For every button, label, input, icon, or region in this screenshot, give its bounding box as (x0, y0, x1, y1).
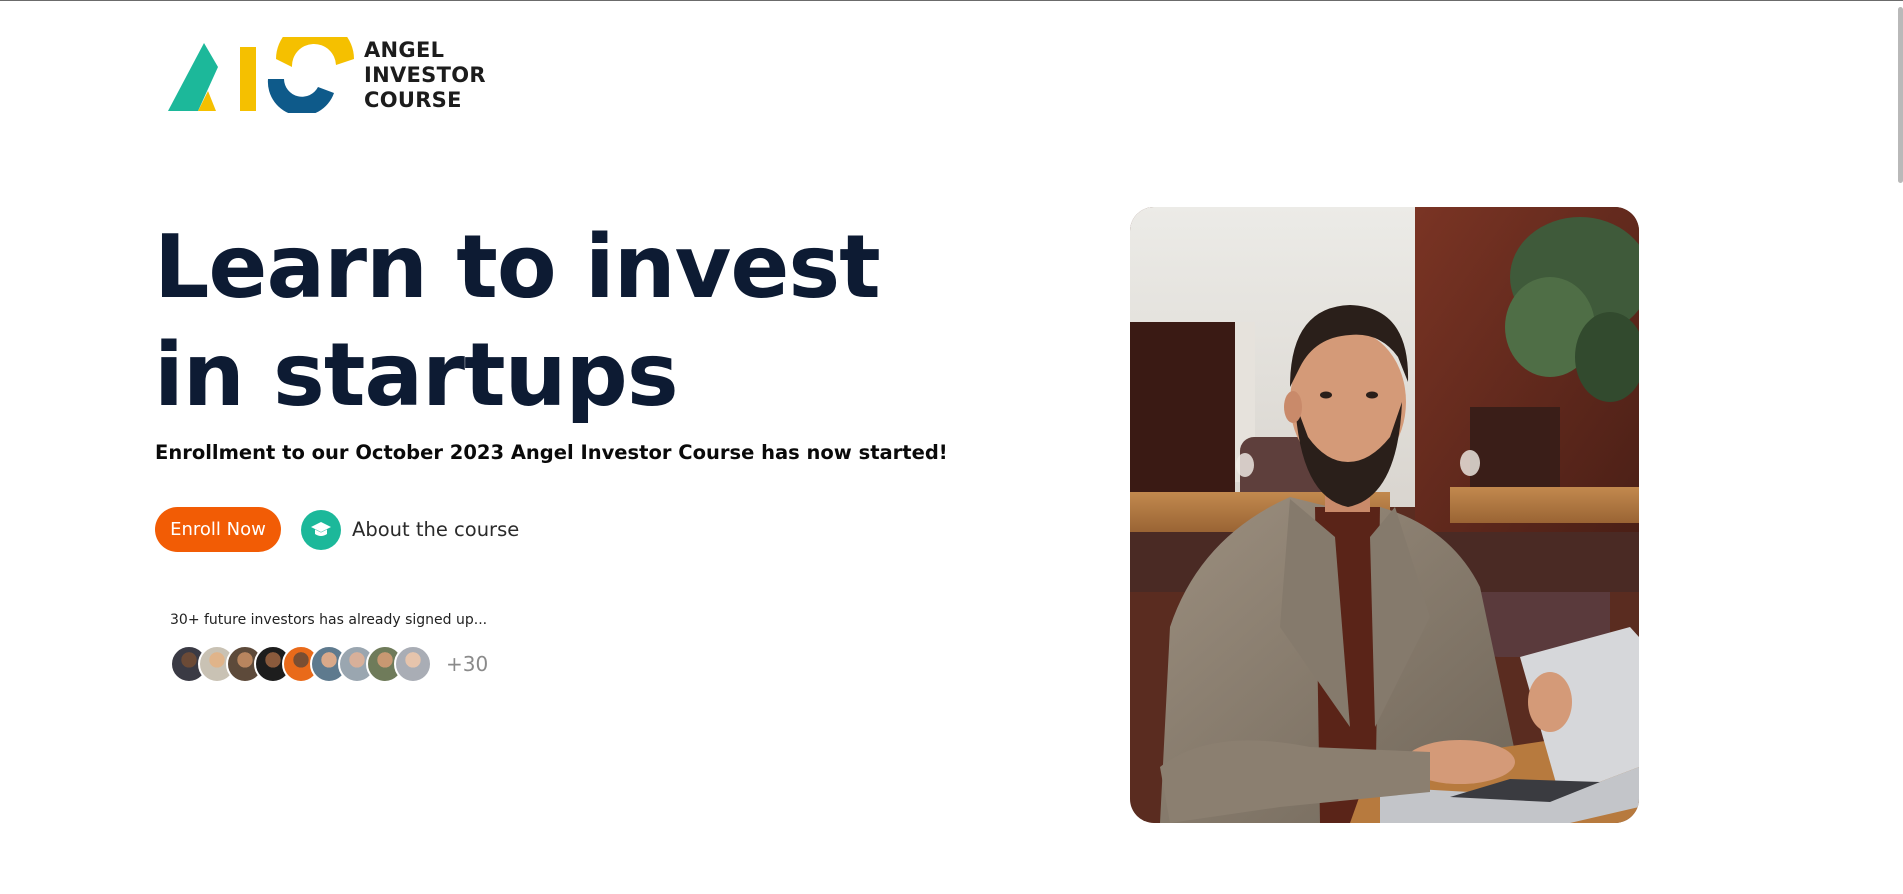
hero-title: Learn to invest in startups (154, 213, 881, 429)
scrollbar-thumb[interactable] (1898, 7, 1903, 183)
signup-count-text: 30+ future investors has already signed … (170, 612, 488, 628)
logo-line-1: ANGEL (364, 37, 445, 62)
more-count-label: +30 (446, 652, 489, 676)
hero-subtitle: Enrollment to our October 2023 Angel Inv… (155, 441, 948, 464)
hero-photo (1130, 207, 1639, 823)
logo-wordmark: ANGEL INVESTOR COURSE (364, 38, 486, 113)
avatar-stack: +30 (170, 645, 488, 683)
landing-page: ANGEL INVESTOR COURSE Learn to invest in… (0, 0, 1903, 894)
aic-logo-icon (168, 37, 354, 113)
avatar (394, 645, 432, 683)
man-with-laptop-image (1130, 207, 1639, 823)
enroll-now-button[interactable]: Enroll Now (155, 507, 281, 552)
hero-title-line-2: in startups (154, 324, 679, 426)
cta-row: Enroll Now About the course (155, 507, 519, 552)
about-course-label: About the course (352, 518, 520, 541)
logo-line-2: INVESTOR (364, 62, 486, 87)
logo-line-3: COURSE (364, 87, 462, 112)
about-course-link[interactable]: About the course (301, 509, 520, 550)
page-scrollbar[interactable] (1897, 1, 1903, 894)
graduation-cap-icon (301, 509, 341, 550)
site-logo[interactable]: ANGEL INVESTOR COURSE (168, 37, 486, 113)
hero-title-line-1: Learn to invest (154, 216, 881, 318)
